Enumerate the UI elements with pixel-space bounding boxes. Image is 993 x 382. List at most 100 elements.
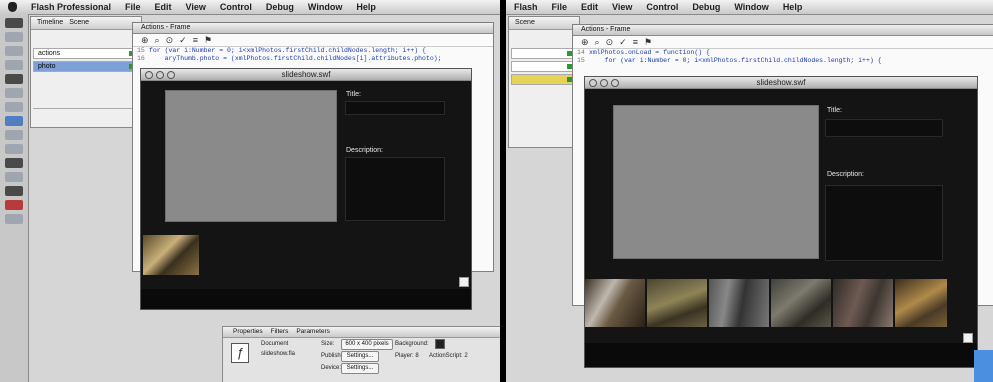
swf-title: slideshow.swf [756, 78, 806, 87]
layer-row-selected[interactable] [511, 74, 577, 85]
menu-app[interactable]: Flash Professional [31, 2, 111, 12]
hand-tool-icon[interactable] [5, 144, 23, 154]
swap-colors-icon[interactable] [5, 200, 23, 210]
text-tool-icon[interactable] [5, 74, 23, 84]
brush-tool-icon[interactable] [5, 116, 23, 126]
apple-icon[interactable] [8, 2, 17, 12]
menu-window[interactable]: Window [734, 2, 768, 12]
find-icon[interactable]: ⌕ [595, 37, 600, 48]
target-icon[interactable]: ⊙ [606, 37, 614, 48]
thumbnail-image[interactable] [585, 279, 645, 327]
add-action-icon[interactable]: ⊕ [581, 37, 589, 48]
thumbnail-image[interactable] [647, 279, 707, 327]
actions-header: Actions - Frame [133, 23, 493, 34]
menu-debug[interactable]: Debug [266, 2, 294, 12]
tab-parameters[interactable]: Parameters [296, 327, 330, 337]
debug-icon[interactable]: ⚑ [204, 35, 212, 46]
code-line[interactable]: 15 for (var i:Number = 0; i<xmlPhotos.fir… [133, 47, 493, 55]
format-icon[interactable]: ≡ [193, 35, 198, 45]
lasso-tool-icon[interactable] [5, 60, 23, 70]
ink-tool-icon[interactable] [5, 130, 23, 140]
divider [33, 108, 139, 109]
stroke-color-icon[interactable] [5, 172, 23, 182]
target-icon[interactable]: ⊙ [166, 35, 174, 46]
background-label: Background: [395, 341, 429, 347]
left-screenshot-panel: Flash Professional File Edit View Contro… [0, 0, 500, 382]
thumbnail-image[interactable] [143, 235, 199, 275]
thumbnail-image[interactable] [895, 279, 947, 327]
window-controls [145, 71, 175, 79]
menu-debug[interactable]: Debug [692, 2, 720, 12]
resize-handle[interactable] [459, 277, 469, 287]
menu-window[interactable]: Window [308, 2, 342, 12]
add-action-icon[interactable]: ⊕ [141, 35, 149, 46]
close-icon[interactable] [145, 71, 153, 79]
description-label: Description: [827, 171, 864, 178]
tab-filters[interactable]: Filters [271, 327, 289, 337]
tab-scene[interactable]: Scene [69, 17, 89, 29]
code-line[interactable]: 16 aryThumb.photo = (xmlPhotos.firstChil… [133, 55, 493, 63]
device-settings-button[interactable]: Settings... [341, 363, 379, 374]
resize-handle[interactable] [963, 333, 973, 343]
thumbnail-image[interactable] [709, 279, 769, 327]
publish-settings-button[interactable]: Settings... [341, 351, 379, 362]
layer-name: actions [38, 50, 61, 57]
background-color-swatch[interactable] [435, 339, 445, 349]
description-field [345, 157, 445, 221]
code-line[interactable]: 15 for (var i:Number = 0; i<xmlPhotos.fi… [573, 57, 993, 65]
fill-color-icon[interactable] [5, 186, 23, 196]
close-icon[interactable] [589, 79, 597, 87]
swf-title: slideshow.swf [281, 70, 331, 79]
menu-edit[interactable]: Edit [581, 2, 598, 12]
menu-edit[interactable]: Edit [155, 2, 172, 12]
menu-file[interactable]: File [552, 2, 568, 12]
menu-file[interactable]: File [125, 2, 141, 12]
swf-titlebar: slideshow.swf [141, 69, 471, 81]
size-button[interactable]: 600 x 400 pixels [341, 339, 393, 350]
tab-timeline[interactable]: Timeline [37, 17, 63, 29]
zoom-tool-icon[interactable] [5, 158, 23, 168]
tab-scene[interactable]: Scene [515, 17, 535, 29]
pencil-tool-icon[interactable] [5, 102, 23, 112]
zoom-icon[interactable] [611, 79, 619, 87]
bottom-strip [585, 343, 977, 367]
layer-row-selected[interactable]: photo [33, 61, 139, 72]
subselect-tool-icon[interactable] [5, 32, 23, 42]
menu-help[interactable]: Help [783, 2, 803, 12]
debug-icon[interactable]: ⚑ [644, 37, 652, 48]
menu-control[interactable]: Control [220, 2, 252, 12]
player-label: Player: 8 [395, 353, 419, 359]
window-controls [589, 79, 619, 87]
timeline-panel: Scene [508, 16, 580, 148]
menu-view[interactable]: View [612, 2, 632, 12]
title-field [345, 101, 445, 115]
dock-icon[interactable] [974, 350, 993, 382]
thumbnail-image[interactable] [771, 279, 831, 327]
right-screenshot-panel: Flash File Edit View Control Debug Windo… [506, 0, 993, 382]
menu-app[interactable]: Flash [514, 2, 538, 12]
options-icon[interactable] [5, 214, 23, 224]
description-label: Description: [346, 147, 383, 154]
layer-row[interactable] [511, 61, 577, 72]
layer-row[interactable] [511, 48, 577, 59]
swf-preview-window: slideshow.swf Title: Description: [140, 68, 472, 310]
zoom-icon[interactable] [167, 71, 175, 79]
check-syntax-icon[interactable]: ✓ [179, 35, 187, 46]
title-label: Title: [346, 91, 361, 98]
menu-view[interactable]: View [186, 2, 206, 12]
tab-properties[interactable]: Properties [233, 327, 263, 337]
publish-label: Publish: [321, 353, 343, 359]
check-syntax-icon[interactable]: ✓ [619, 37, 627, 48]
line-tool-icon[interactable] [5, 46, 23, 56]
code-line[interactable]: 14 xmlPhotos.onLoad = function() { [573, 49, 993, 57]
layer-row[interactable]: actions [33, 48, 139, 59]
minimize-icon[interactable] [600, 79, 608, 87]
oval-tool-icon[interactable] [5, 88, 23, 98]
find-icon[interactable]: ⌕ [155, 35, 160, 46]
minimize-icon[interactable] [156, 71, 164, 79]
menu-help[interactable]: Help [356, 2, 376, 12]
menu-control[interactable]: Control [646, 2, 678, 12]
format-icon[interactable]: ≡ [633, 37, 638, 47]
selection-tool-icon[interactable] [5, 18, 23, 28]
thumbnail-image[interactable] [833, 279, 893, 327]
